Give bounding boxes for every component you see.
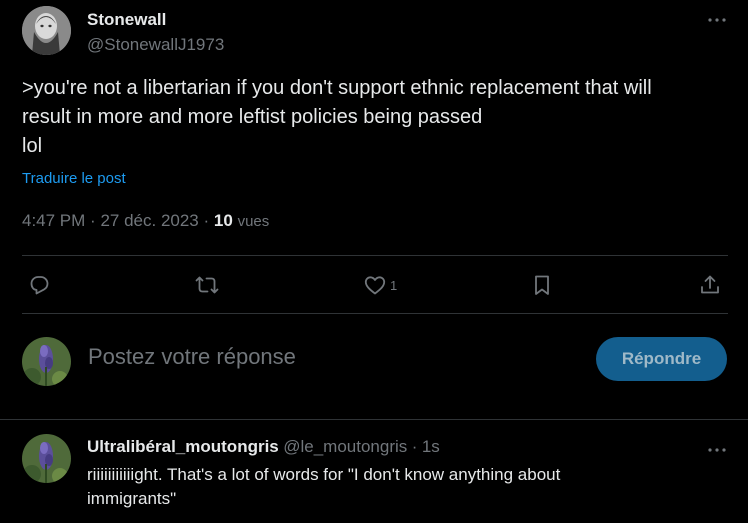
portrait-avatar-icon [22, 6, 71, 55]
divider [22, 255, 728, 256]
submit-reply-button[interactable]: Répondre [596, 337, 727, 381]
reply-text-line: riiiiiiiiiiight. That's a lot of words f… [87, 465, 561, 484]
author-avatar[interactable] [22, 6, 71, 55]
tweet-text-line: lol [22, 135, 43, 157]
like-button[interactable]: 1 [363, 270, 397, 300]
meta-separator: · [203, 211, 210, 230]
retweet-button[interactable] [195, 270, 222, 300]
translate-post-link[interactable]: Traduire le post [22, 170, 126, 187]
tweet-text-line: >you're not a libertarian if you don't s… [22, 77, 652, 99]
tweet-meta: 4:47 PM · 27 déc. 2023 · 10 vues [22, 211, 269, 231]
reply-more-options-button[interactable] [700, 440, 734, 460]
user-avatar[interactable] [22, 337, 71, 386]
tweet-text-line: result in more and more leftist policies… [22, 106, 483, 128]
reply-button[interactable] [27, 270, 54, 300]
tweet-time[interactable]: 4:47 PM [22, 211, 85, 230]
more-horizontal-icon [708, 448, 726, 452]
reply-input[interactable]: Postez votre réponse [88, 344, 296, 370]
reply-header: Ultralibéral_moutongris @le_moutongris ·… [87, 437, 440, 457]
reply-author-handle[interactable]: @le_moutongris [283, 437, 407, 456]
reply-text-line: immigrants" [87, 489, 177, 508]
author-handle[interactable]: @StonewallJ1973 [87, 35, 224, 55]
views-count: 10 [213, 211, 233, 230]
more-options-button[interactable] [700, 10, 734, 30]
tweet-date[interactable]: 27 déc. 2023 [100, 211, 198, 230]
bookmark-icon [535, 275, 549, 295]
author-display-name[interactable]: Stonewall [87, 10, 166, 30]
bookmark-button[interactable] [530, 270, 557, 300]
reply-text: riiiiiiiiiiight. That's a lot of words f… [87, 463, 727, 511]
share-button[interactable] [698, 270, 725, 300]
share-icon [701, 275, 719, 294]
views-label: vues [237, 213, 270, 230]
meta-separator: · [90, 211, 96, 230]
divider [0, 419, 748, 420]
flower-avatar-icon [22, 434, 71, 483]
reply-author-display-name[interactable]: Ultralibéral_moutongris [87, 437, 279, 456]
reply-author-avatar[interactable] [22, 434, 71, 483]
more-horizontal-icon [708, 18, 726, 22]
like-count: 1 [390, 277, 398, 293]
retweet-icon [195, 276, 219, 294]
flower-avatar-icon [22, 337, 71, 386]
meta-separator: · [411, 437, 418, 456]
divider [22, 313, 728, 314]
reply-time[interactable]: 1s [422, 437, 440, 456]
tweet-text: >you're not a libertarian if you don't s… [22, 74, 732, 161]
reply-icon [30, 276, 49, 295]
heart-icon [364, 276, 386, 295]
